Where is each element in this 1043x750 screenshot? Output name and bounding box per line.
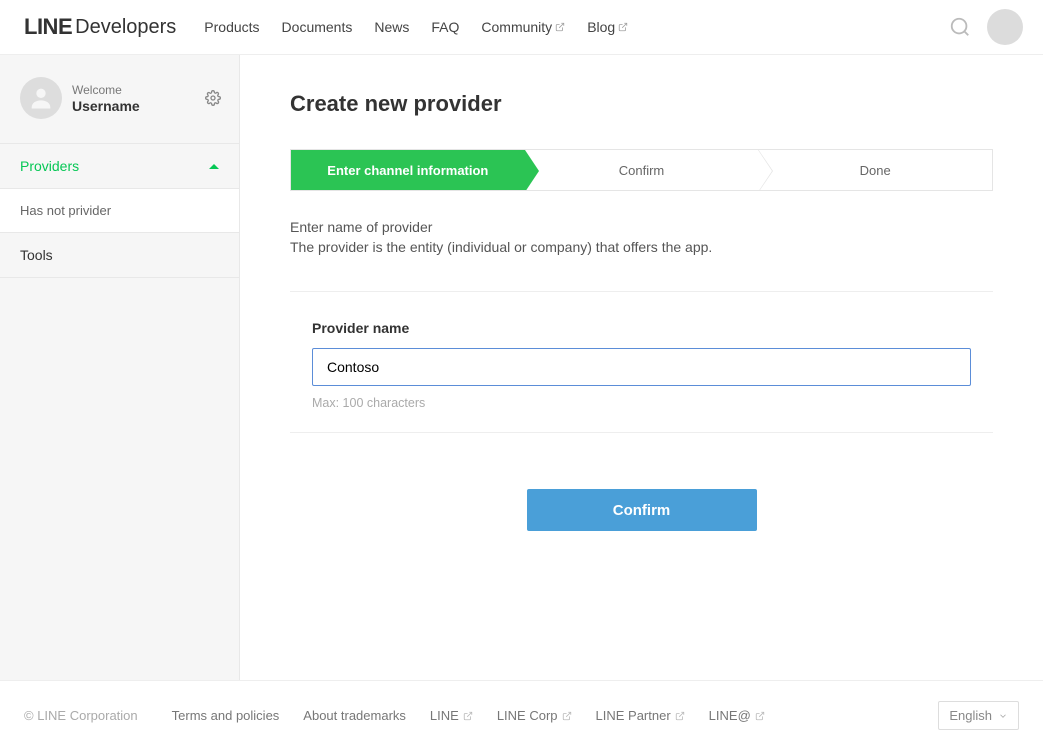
language-select[interactable]: English (938, 701, 1019, 730)
chevron-down-icon (998, 711, 1008, 721)
user-avatar-header[interactable] (987, 9, 1023, 45)
caret-up-icon (209, 164, 219, 169)
person-icon (27, 84, 55, 112)
footer-line-label: LINE (430, 708, 459, 723)
form-section: Provider name Max: 100 characters (290, 291, 993, 433)
footer-line-corp-label: LINE Corp (497, 708, 558, 723)
external-link-icon (675, 711, 685, 721)
footer-line-partner[interactable]: LINE Partner (596, 708, 685, 723)
header: LINE Developers Products Documents News … (0, 0, 1043, 55)
username-label: Username (72, 98, 140, 114)
nav-faq[interactable]: FAQ (431, 19, 459, 35)
external-link-icon (755, 711, 765, 721)
main-content: Create new provider Enter channel inform… (240, 55, 1043, 680)
step-1: Enter channel information (291, 150, 525, 190)
user-avatar-sidebar (20, 77, 62, 119)
provider-name-input[interactable] (312, 348, 971, 386)
step-arrow-icon (525, 150, 539, 191)
provider-name-label: Provider name (312, 320, 971, 336)
step-3-label: Done (860, 163, 891, 178)
footer-line-partner-label: LINE Partner (596, 708, 671, 723)
progress-steps: Enter channel information Confirm Done (290, 149, 993, 191)
footer-line-at[interactable]: LINE@ (709, 708, 765, 723)
footer: © LINE Corporation Terms and policies Ab… (0, 680, 1043, 750)
field-hint: Max: 100 characters (312, 396, 971, 410)
description-line-2: The provider is the entity (individual o… (290, 239, 993, 255)
logo-sub: Developers (75, 16, 176, 39)
nav-blog[interactable]: Blog (587, 19, 628, 35)
nav-news[interactable]: News (374, 19, 409, 35)
nav-blog-label: Blog (587, 19, 615, 35)
page-title: Create new provider (290, 91, 993, 117)
description-line-1: Enter name of provider (290, 219, 993, 235)
external-link-icon (562, 711, 572, 721)
step-1-label: Enter channel information (327, 163, 488, 178)
step-3: Done (758, 150, 992, 190)
external-link-icon (618, 22, 628, 32)
nav-community[interactable]: Community (481, 19, 565, 35)
welcome-label: Welcome (72, 83, 140, 97)
footer-line[interactable]: LINE (430, 708, 473, 723)
footer-line-at-label: LINE@ (709, 708, 751, 723)
sidebar-item-providers[interactable]: Providers (0, 144, 239, 189)
nav-community-label: Community (481, 19, 552, 35)
confirm-button[interactable]: Confirm (527, 489, 757, 531)
step-2-label: Confirm (619, 163, 665, 178)
footer-terms[interactable]: Terms and policies (172, 708, 280, 723)
sidebar-item-tools[interactable]: Tools (0, 233, 239, 278)
sidebar: Welcome Username Providers Has not privi… (0, 55, 240, 680)
footer-trademarks[interactable]: About trademarks (303, 708, 406, 723)
top-nav: Products Documents News FAQ Community Bl… (204, 19, 628, 35)
sidebar-subitem-noprovider[interactable]: Has not privider (0, 189, 239, 233)
sidebar-providers-label: Providers (20, 158, 79, 174)
nav-products[interactable]: Products (204, 19, 259, 35)
gear-icon[interactable] (205, 90, 221, 106)
header-right (949, 9, 1023, 45)
user-info: Welcome Username (72, 83, 140, 114)
search-icon[interactable] (949, 16, 971, 38)
user-block: Welcome Username (0, 55, 239, 144)
nav-documents[interactable]: Documents (282, 19, 353, 35)
step-divider-icon (758, 150, 772, 191)
external-link-icon (555, 22, 565, 32)
language-label: English (949, 708, 992, 723)
logo: LINE (24, 14, 72, 40)
copyright: © LINE Corporation (24, 708, 138, 723)
step-2: Confirm (525, 150, 759, 190)
footer-line-corp[interactable]: LINE Corp (497, 708, 572, 723)
external-link-icon (463, 711, 473, 721)
